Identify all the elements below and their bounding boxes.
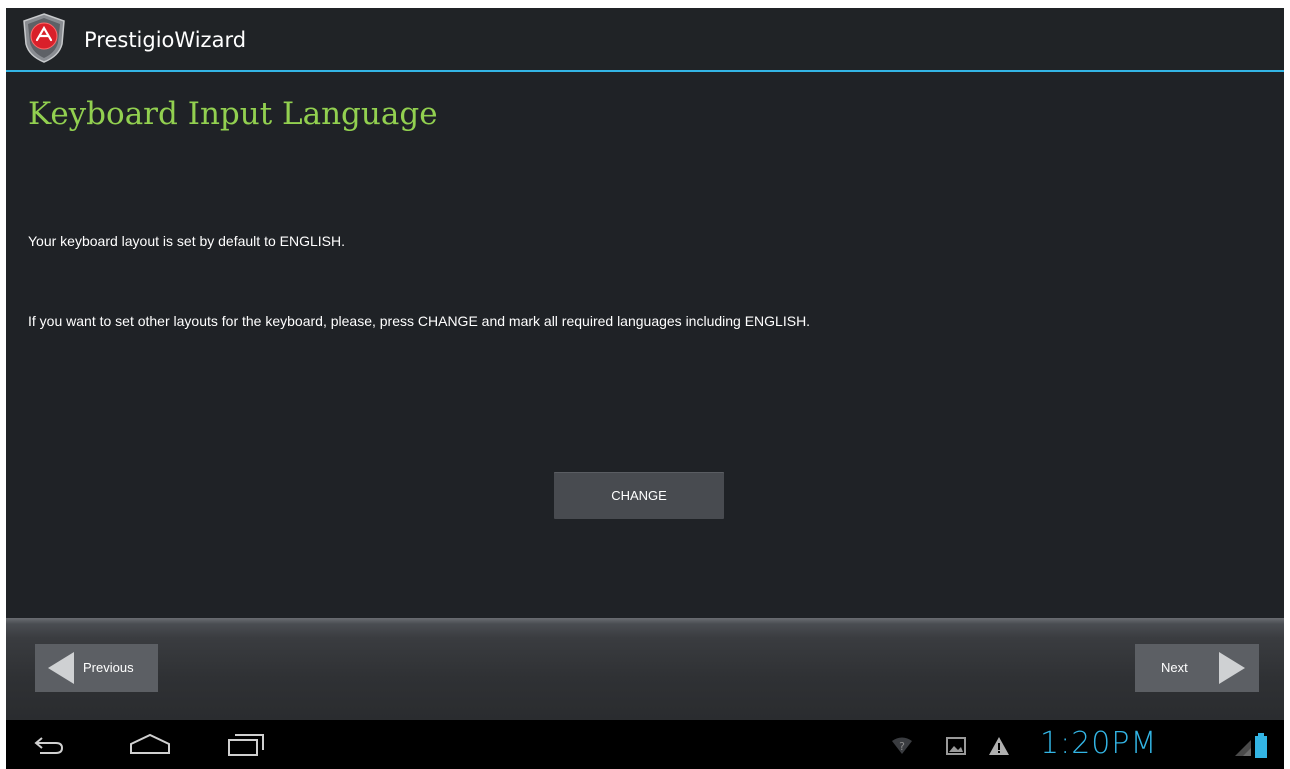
home-icon[interactable] [128, 732, 172, 756]
next-button[interactable]: Next [1135, 644, 1259, 692]
next-label: Next [1161, 660, 1188, 675]
action-bar: PrestigioWizard [6, 8, 1284, 72]
arrow-right-icon [1219, 652, 1245, 684]
page-title: Keyboard Input Language [28, 96, 438, 132]
change-button[interactable]: CHANGE [554, 472, 724, 519]
instructions-text: If you want to set other layouts for the… [28, 313, 811, 329]
gallery-notification-icon[interactable] [945, 736, 967, 756]
warning-icon[interactable] [988, 735, 1010, 757]
prestigio-shield-icon [23, 13, 65, 63]
content-area: Keyboard Input Language Your keyboard la… [6, 72, 1284, 618]
previous-label: Previous [83, 660, 134, 675]
app-title: PrestigioWizard [84, 28, 247, 52]
default-layout-text: Your keyboard layout is set by default t… [28, 233, 345, 249]
wifi-icon: ? [892, 737, 912, 754]
system-bar: ? 1:20PM [6, 720, 1284, 769]
signal-icon [1235, 740, 1251, 756]
screen: PrestigioWizard Keyboard Input Language … [6, 8, 1284, 769]
back-icon[interactable] [32, 734, 66, 756]
previous-button[interactable]: Previous [35, 644, 158, 692]
arrow-left-icon [48, 652, 74, 684]
svg-text:?: ? [899, 740, 905, 753]
recent-apps-icon[interactable] [226, 732, 266, 758]
battery-icon [1255, 733, 1267, 758]
clock: 1:20PM [1040, 726, 1158, 761]
wizard-nav-bar: Previous Next [6, 618, 1284, 720]
